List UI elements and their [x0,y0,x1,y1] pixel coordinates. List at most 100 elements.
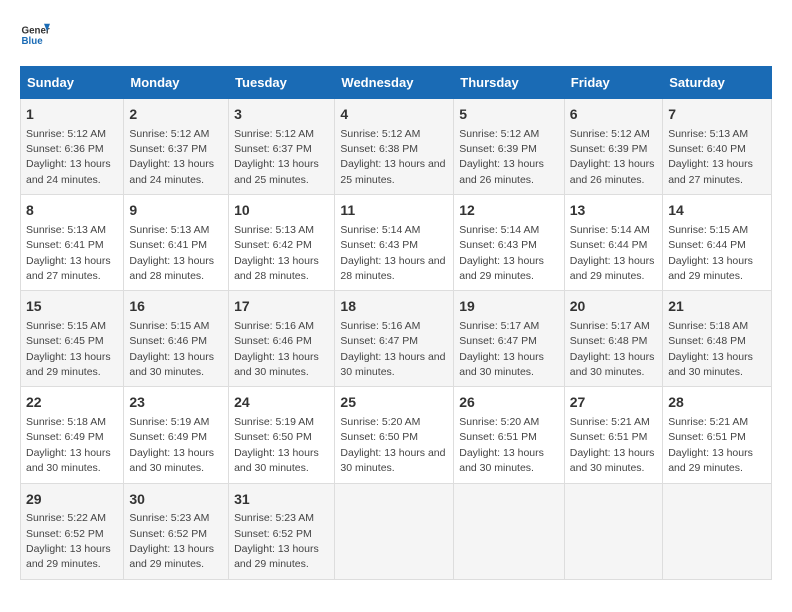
calendar-cell: 15 Sunrise: 5:15 AMSunset: 6:45 PMDayligh… [21,291,124,387]
day-info: Sunrise: 5:12 AMSunset: 6:39 PMDaylight:… [570,128,655,186]
day-info: Sunrise: 5:16 AMSunset: 6:47 PMDaylight:… [340,320,445,378]
day-info: Sunrise: 5:13 AMSunset: 6:41 PMDaylight:… [129,224,214,282]
day-number: 21 [668,297,766,317]
day-number: 3 [234,105,329,125]
calendar-cell [335,483,454,579]
day-info: Sunrise: 5:13 AMSunset: 6:41 PMDaylight:… [26,224,111,282]
day-number: 9 [129,201,223,221]
calendar-cell: 18 Sunrise: 5:16 AMSunset: 6:47 PMDayligh… [335,291,454,387]
header-wednesday: Wednesday [335,67,454,99]
day-info: Sunrise: 5:12 AMSunset: 6:36 PMDaylight:… [26,128,111,186]
day-number: 2 [129,105,223,125]
header-monday: Monday [124,67,229,99]
day-info: Sunrise: 5:15 AMSunset: 6:45 PMDaylight:… [26,320,111,378]
day-info: Sunrise: 5:18 AMSunset: 6:49 PMDaylight:… [26,416,111,474]
svg-text:Blue: Blue [22,36,44,47]
calendar-cell: 23Sunrise: 5:19 AMSunset: 6:49 PMDayligh… [124,387,229,483]
day-number: 4 [340,105,448,125]
calendar-cell: 2 Sunrise: 5:12 AMSunset: 6:37 PMDaylight… [124,99,229,195]
day-info: Sunrise: 5:23 AMSunset: 6:52 PMDaylight:… [234,512,319,570]
day-number: 28 [668,393,766,413]
calendar-cell: 31Sunrise: 5:23 AMSunset: 6:52 PMDayligh… [229,483,335,579]
calendar-cell: 29Sunrise: 5:22 AMSunset: 6:52 PMDayligh… [21,483,124,579]
calendar-cell: 14 Sunrise: 5:15 AMSunset: 6:44 PMDayligh… [663,195,772,291]
page-header: General Blue [20,20,772,50]
day-info: Sunrise: 5:15 AMSunset: 6:46 PMDaylight:… [129,320,214,378]
calendar-week-row: 1 Sunrise: 5:12 AMSunset: 6:36 PMDaylight… [21,99,772,195]
day-number: 6 [570,105,657,125]
calendar-cell: 9 Sunrise: 5:13 AMSunset: 6:41 PMDaylight… [124,195,229,291]
logo: General Blue [20,20,50,50]
day-info: Sunrise: 5:19 AMSunset: 6:49 PMDaylight:… [129,416,214,474]
day-info: Sunrise: 5:14 AMSunset: 6:43 PMDaylight:… [459,224,544,282]
day-info: Sunrise: 5:12 AMSunset: 6:39 PMDaylight:… [459,128,544,186]
calendar-cell: 25 Sunrise: 5:20 AMSunset: 6:50 PMDayligh… [335,387,454,483]
calendar-week-row: 8 Sunrise: 5:13 AMSunset: 6:41 PMDaylight… [21,195,772,291]
calendar-cell: 5 Sunrise: 5:12 AMSunset: 6:39 PMDaylight… [454,99,565,195]
day-info: Sunrise: 5:21 AMSunset: 6:51 PMDaylight:… [668,416,753,474]
day-number: 26 [459,393,559,413]
day-number: 13 [570,201,657,221]
day-number: 7 [668,105,766,125]
day-number: 5 [459,105,559,125]
day-info: Sunrise: 5:21 AMSunset: 6:51 PMDaylight:… [570,416,655,474]
calendar-cell [564,483,662,579]
header-thursday: Thursday [454,67,565,99]
day-info: Sunrise: 5:14 AMSunset: 6:44 PMDaylight:… [570,224,655,282]
calendar-cell: 7Sunrise: 5:13 AMSunset: 6:40 PMDaylight… [663,99,772,195]
header-tuesday: Tuesday [229,67,335,99]
day-info: Sunrise: 5:13 AMSunset: 6:42 PMDaylight:… [234,224,319,282]
calendar-week-row: 29Sunrise: 5:22 AMSunset: 6:52 PMDayligh… [21,483,772,579]
day-info: Sunrise: 5:12 AMSunset: 6:38 PMDaylight:… [340,128,445,186]
day-info: Sunrise: 5:16 AMSunset: 6:46 PMDaylight:… [234,320,319,378]
header-saturday: Saturday [663,67,772,99]
header-sunday: Sunday [21,67,124,99]
day-info: Sunrise: 5:17 AMSunset: 6:48 PMDaylight:… [570,320,655,378]
calendar-cell: 4 Sunrise: 5:12 AMSunset: 6:38 PMDaylight… [335,99,454,195]
day-number: 14 [668,201,766,221]
day-info: Sunrise: 5:22 AMSunset: 6:52 PMDaylight:… [26,512,111,570]
day-number: 15 [26,297,118,317]
day-info: Sunrise: 5:15 AMSunset: 6:44 PMDaylight:… [668,224,753,282]
calendar-cell: 19Sunrise: 5:17 AMSunset: 6:47 PMDayligh… [454,291,565,387]
calendar-cell: 1 Sunrise: 5:12 AMSunset: 6:36 PMDaylight… [21,99,124,195]
calendar-cell: 3 Sunrise: 5:12 AMSunset: 6:37 PMDaylight… [229,99,335,195]
day-number: 20 [570,297,657,317]
calendar-cell: 21 Sunrise: 5:18 AMSunset: 6:48 PMDayligh… [663,291,772,387]
calendar-header-row: SundayMondayTuesdayWednesdayThursdayFrid… [21,67,772,99]
day-info: Sunrise: 5:23 AMSunset: 6:52 PMDaylight:… [129,512,214,570]
calendar-week-row: 22Sunrise: 5:18 AMSunset: 6:49 PMDayligh… [21,387,772,483]
calendar-cell: 30Sunrise: 5:23 AMSunset: 6:52 PMDayligh… [124,483,229,579]
day-number: 27 [570,393,657,413]
day-number: 10 [234,201,329,221]
calendar-cell: 24 Sunrise: 5:19 AMSunset: 6:50 PMDayligh… [229,387,335,483]
day-number: 11 [340,201,448,221]
day-info: Sunrise: 5:18 AMSunset: 6:48 PMDaylight:… [668,320,753,378]
calendar-cell: 27 Sunrise: 5:21 AMSunset: 6:51 PMDayligh… [564,387,662,483]
day-info: Sunrise: 5:20 AMSunset: 6:51 PMDaylight:… [459,416,544,474]
day-number: 17 [234,297,329,317]
day-info: Sunrise: 5:12 AMSunset: 6:37 PMDaylight:… [129,128,214,186]
day-info: Sunrise: 5:12 AMSunset: 6:37 PMDaylight:… [234,128,319,186]
calendar-cell: 8 Sunrise: 5:13 AMSunset: 6:41 PMDaylight… [21,195,124,291]
day-number: 18 [340,297,448,317]
calendar-cell [454,483,565,579]
day-info: Sunrise: 5:19 AMSunset: 6:50 PMDaylight:… [234,416,319,474]
day-info: Sunrise: 5:20 AMSunset: 6:50 PMDaylight:… [340,416,445,474]
day-number: 25 [340,393,448,413]
day-number: 19 [459,297,559,317]
calendar-cell: 20 Sunrise: 5:17 AMSunset: 6:48 PMDayligh… [564,291,662,387]
calendar-cell [663,483,772,579]
calendar-cell: 11Sunrise: 5:14 AMSunset: 6:43 PMDayligh… [335,195,454,291]
day-number: 8 [26,201,118,221]
day-number: 24 [234,393,329,413]
calendar-cell: 13 Sunrise: 5:14 AMSunset: 6:44 PMDayligh… [564,195,662,291]
day-number: 1 [26,105,118,125]
calendar-cell: 16Sunrise: 5:15 AMSunset: 6:46 PMDayligh… [124,291,229,387]
day-number: 29 [26,490,118,510]
day-number: 12 [459,201,559,221]
calendar-cell: 12 Sunrise: 5:14 AMSunset: 6:43 PMDayligh… [454,195,565,291]
logo-icon: General Blue [20,20,50,50]
calendar-table: SundayMondayTuesdayWednesdayThursdayFrid… [20,66,772,580]
calendar-cell: 26 Sunrise: 5:20 AMSunset: 6:51 PMDayligh… [454,387,565,483]
